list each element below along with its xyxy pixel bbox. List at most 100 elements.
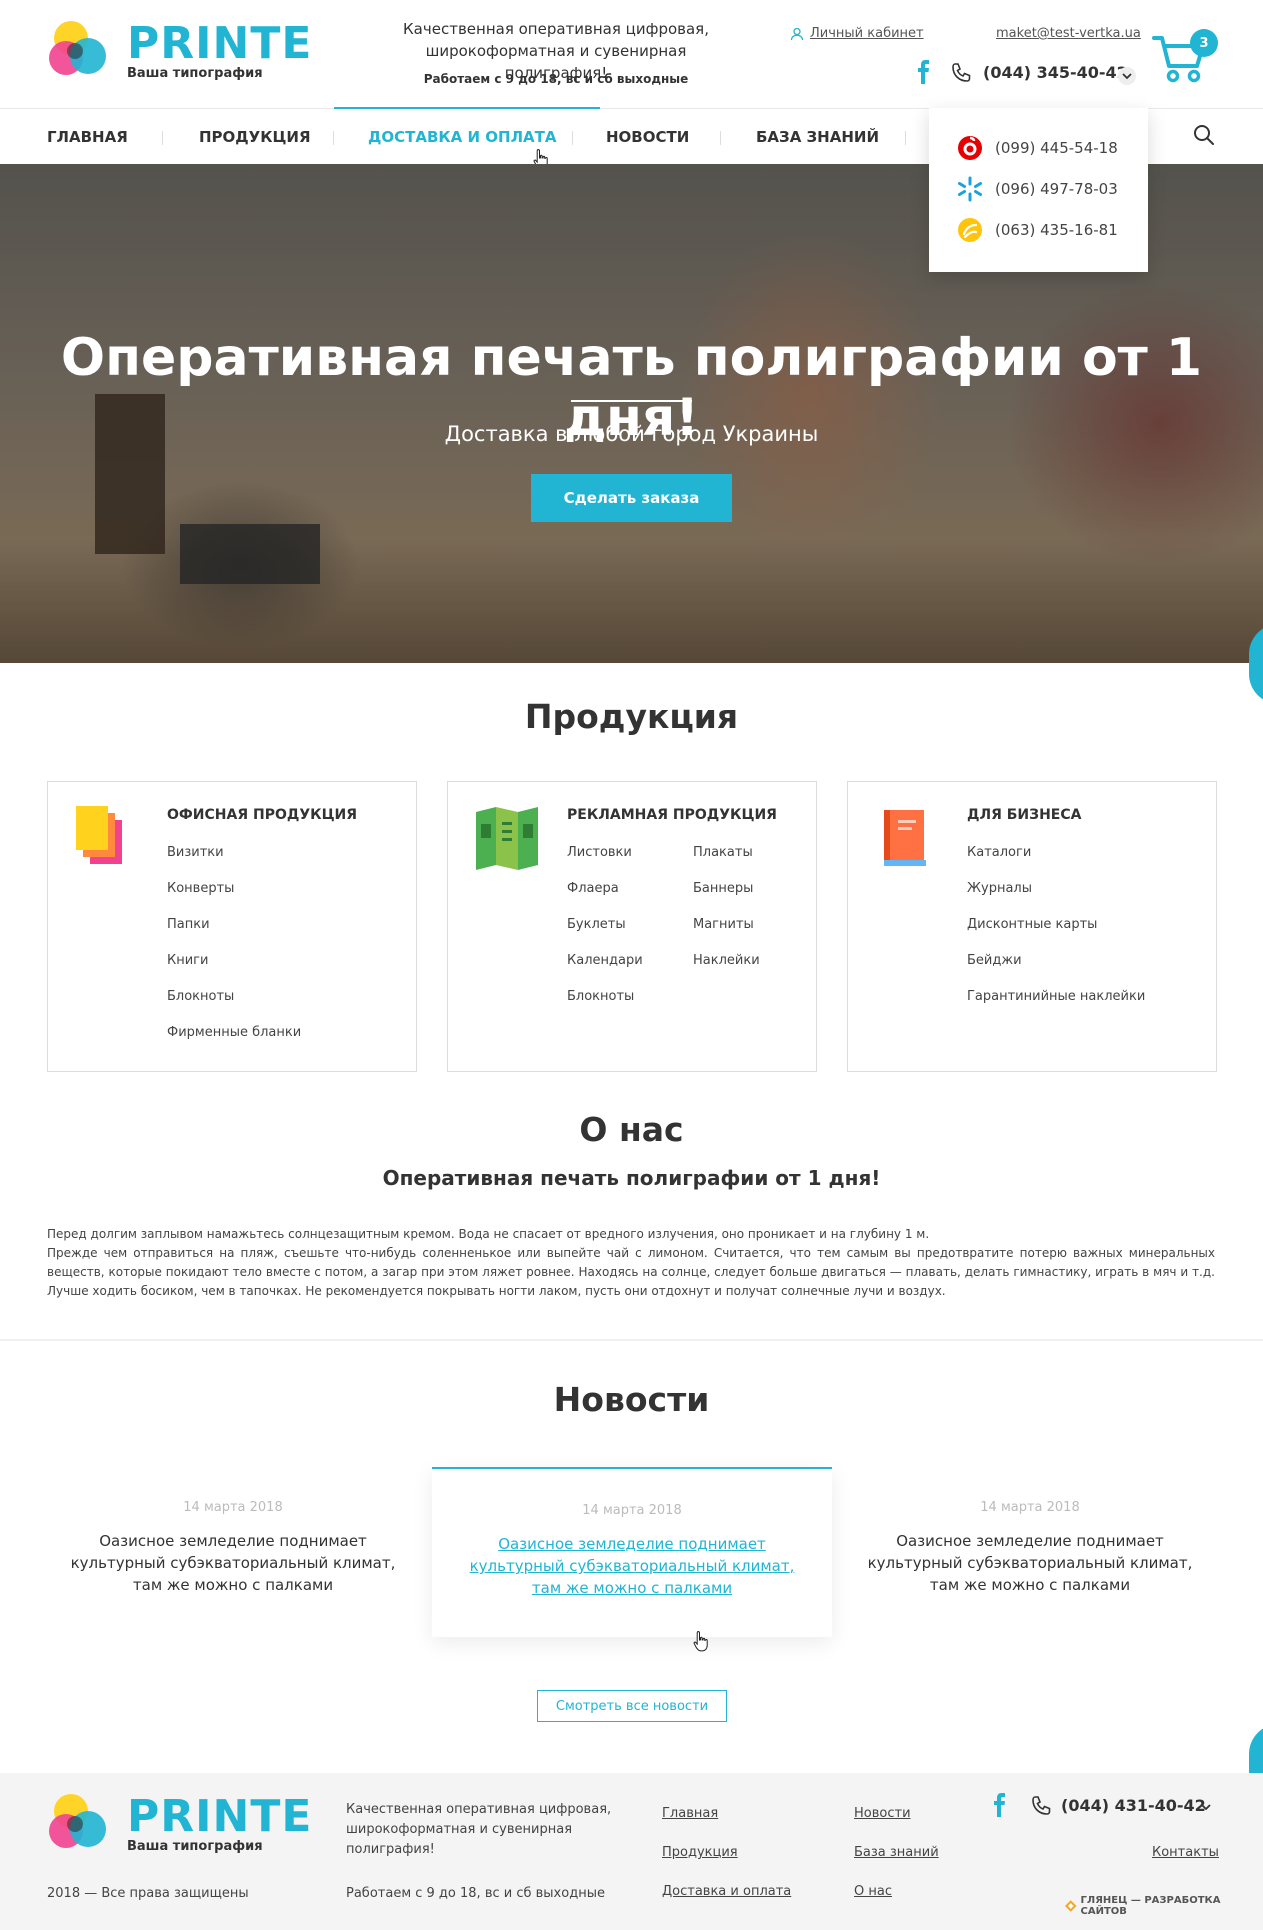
product-link[interactable]: Дисконтные карты bbox=[967, 916, 1145, 952]
search-icon[interactable] bbox=[1193, 124, 1215, 146]
nav-divider bbox=[905, 131, 906, 145]
category-title: Для бизнеса bbox=[967, 807, 1082, 823]
vodafone-icon bbox=[958, 136, 982, 160]
logo-circles-icon bbox=[49, 21, 106, 75]
product-link[interactable]: Конверты bbox=[167, 880, 301, 916]
product-link[interactable]: Фирменные бланки bbox=[167, 1024, 301, 1060]
news-card[interactable]: 14 марта 2018 Оазисное земледелие подним… bbox=[432, 1467, 832, 1637]
order-button[interactable]: Сделать заказа bbox=[531, 474, 732, 522]
product-link[interactable]: Визитки bbox=[167, 844, 301, 880]
phone-icon bbox=[952, 63, 971, 82]
footer-link-home[interactable]: Главная bbox=[662, 1806, 718, 1821]
developer-credit-label: ГЛЯНЕЦ — РАЗРАБОТКА САЙТОВ bbox=[1080, 1895, 1221, 1917]
news-date: 14 марта 2018 bbox=[183, 1500, 283, 1515]
chevron-down-icon[interactable] bbox=[1118, 67, 1136, 85]
nav-divider bbox=[572, 131, 573, 145]
product-category-business: Для бизнеса Каталоги Журналы Дисконтные … bbox=[847, 781, 1217, 1072]
product-link[interactable]: Магниты bbox=[693, 916, 760, 952]
account-link[interactable]: Личный кабинет bbox=[790, 26, 924, 41]
nav-divider bbox=[720, 131, 721, 145]
phone-icon bbox=[1032, 1796, 1051, 1815]
nav-item-delivery[interactable]: Доставка и оплата bbox=[333, 107, 602, 165]
phone-option-vodafone[interactable]: (099) 445-54-18 bbox=[957, 135, 1118, 161]
category-links: Визитки Конверты Папки Книги Блокноты Фи… bbox=[167, 844, 301, 1060]
site-header: PRINTE Ваша типография Качественная опер… bbox=[0, 0, 1263, 108]
hero-subtitle: Доставка в любой город Украины bbox=[444, 422, 819, 446]
product-link[interactable]: Наклейки bbox=[693, 952, 760, 988]
phone-option-kyivstar[interactable]: (096) 497-78-03 bbox=[957, 176, 1118, 202]
about-paragraph: Прежде чем отправиться на пляж, съешьте … bbox=[47, 1246, 1215, 1298]
lifecell-icon bbox=[958, 218, 982, 242]
product-link[interactable]: Книги bbox=[167, 952, 301, 988]
product-link[interactable]: Блокноты bbox=[167, 988, 301, 1024]
footer-link-delivery[interactable]: Доставка и оплата bbox=[662, 1884, 791, 1899]
logo-tagline: Ваша типография bbox=[127, 1839, 263, 1854]
logo-wordmark: PRINTE bbox=[127, 1791, 313, 1842]
about-text: Перед долгим заплывом намажьтесь солнцез… bbox=[47, 1225, 1215, 1301]
news-card[interactable]: 14 марта 2018 Оазисное земледелие подним… bbox=[830, 1466, 1230, 1636]
product-link[interactable]: Блокноты bbox=[567, 988, 643, 1024]
hero-divider bbox=[571, 400, 692, 402]
all-news-button[interactable]: Смотреть все новости bbox=[537, 1690, 727, 1722]
header-phone[interactable]: (044) 345-40-42 bbox=[983, 63, 1128, 82]
nav-item-products[interactable]: Продукция bbox=[199, 109, 311, 165]
about-title: О нас bbox=[579, 1110, 684, 1149]
logo-tagline: Ваша типография bbox=[127, 66, 263, 81]
product-link[interactable]: Каталоги bbox=[967, 844, 1145, 880]
chevron-down-icon[interactable] bbox=[1197, 1798, 1215, 1816]
footer-link-news[interactable]: Новости bbox=[854, 1806, 911, 1821]
footer-link-contacts[interactable]: Контакты bbox=[1152, 1845, 1219, 1860]
brochure-icon bbox=[476, 807, 538, 870]
product-link[interactable]: Баннеры bbox=[693, 880, 760, 916]
facebook-icon[interactable] bbox=[914, 60, 934, 84]
category-links: Листовки Флаера Буклеты Календари Блокно… bbox=[567, 844, 643, 1024]
footer-description: Качественная оперативная цифровая, широк… bbox=[346, 1802, 612, 1857]
site-footer: PRINTE Ваша типография 2018 — Все права … bbox=[0, 1773, 1263, 1930]
news-headline[interactable]: Оазисное земледелие поднимает культурный… bbox=[855, 1530, 1205, 1596]
phones-dropdown: (099) 445-54-18 (096) 497-78-03 (063) 43… bbox=[929, 108, 1148, 272]
developer-logo-icon bbox=[1065, 1900, 1077, 1912]
footer-hours: Работаем с 9 до 18, вс и сб выходные bbox=[346, 1886, 605, 1901]
phone-number: (063) 435-16-81 bbox=[995, 221, 1118, 239]
about-subtitle: Оперативная печать полиграфии от 1 дня! bbox=[382, 1166, 881, 1190]
product-link[interactable]: Бейджи bbox=[967, 952, 1145, 988]
nav-item-knowledge-base[interactable]: База знаний bbox=[756, 109, 879, 165]
phone-number: (099) 445-54-18 bbox=[995, 139, 1118, 157]
email-link[interactable]: maket@test-vertka.ua bbox=[996, 26, 1141, 41]
developer-credit[interactable]: ГЛЯНЕЦ — РАЗРАБОТКА САЙТОВ bbox=[1065, 1895, 1263, 1917]
footer-phone[interactable]: (044) 431-40-42 bbox=[1061, 1796, 1206, 1815]
footer-link-about[interactable]: О нас bbox=[854, 1884, 892, 1899]
product-link[interactable]: Папки bbox=[167, 916, 301, 952]
nav-divider bbox=[162, 131, 163, 145]
news-date: 14 марта 2018 bbox=[980, 1500, 1080, 1515]
footer-link-knowledge-base[interactable]: База знаний bbox=[854, 1845, 939, 1860]
product-link[interactable]: Буклеты bbox=[567, 916, 643, 952]
category-links: Каталоги Журналы Дисконтные карты Бейджи… bbox=[967, 844, 1145, 1024]
footer-link-products[interactable]: Продукция bbox=[662, 1845, 738, 1860]
header-hours: Работаем с 9 до 18, вс и сб выходные bbox=[423, 72, 689, 86]
product-link[interactable]: Журналы bbox=[967, 880, 1145, 916]
product-category-advertising: Рекламная продукция Листовки Флаера Букл… bbox=[447, 781, 817, 1072]
product-link[interactable]: Флаера bbox=[567, 880, 643, 916]
news-date: 14 марта 2018 bbox=[582, 1503, 682, 1518]
product-category-office: Офисная продукция Визитки Конверты Папки… bbox=[47, 781, 417, 1072]
cart-count-badge: 3 bbox=[1190, 29, 1218, 57]
news-card[interactable]: 14 марта 2018 Оазисное земледелие подним… bbox=[33, 1466, 433, 1636]
news-headline[interactable]: Оазисное земледелие поднимает культурный… bbox=[58, 1530, 408, 1596]
product-link[interactable]: Плакаты bbox=[693, 844, 760, 880]
kyivstar-icon bbox=[958, 176, 982, 202]
logo[interactable]: PRINTE Ваша типография bbox=[47, 18, 311, 82]
nav-divider bbox=[333, 131, 334, 145]
nav-item-news[interactable]: Новости bbox=[606, 109, 689, 165]
products-title: Продукция bbox=[524, 697, 739, 736]
facebook-icon[interactable] bbox=[990, 1793, 1010, 1817]
phone-option-lifecell[interactable]: (063) 435-16-81 bbox=[957, 217, 1118, 243]
nav-item-home[interactable]: Главная bbox=[47, 109, 128, 165]
category-title: Офисная продукция bbox=[167, 807, 358, 823]
news-headline[interactable]: Оазисное земледелие поднимает культурный… bbox=[457, 1533, 807, 1599]
section-divider bbox=[0, 1339, 1263, 1341]
product-link[interactable]: Листовки bbox=[567, 844, 643, 880]
product-link[interactable]: Гарантинийные наклейки bbox=[967, 988, 1145, 1024]
product-link[interactable]: Календари bbox=[567, 952, 643, 988]
footer-logo[interactable]: PRINTE Ваша типография bbox=[47, 1791, 311, 1855]
